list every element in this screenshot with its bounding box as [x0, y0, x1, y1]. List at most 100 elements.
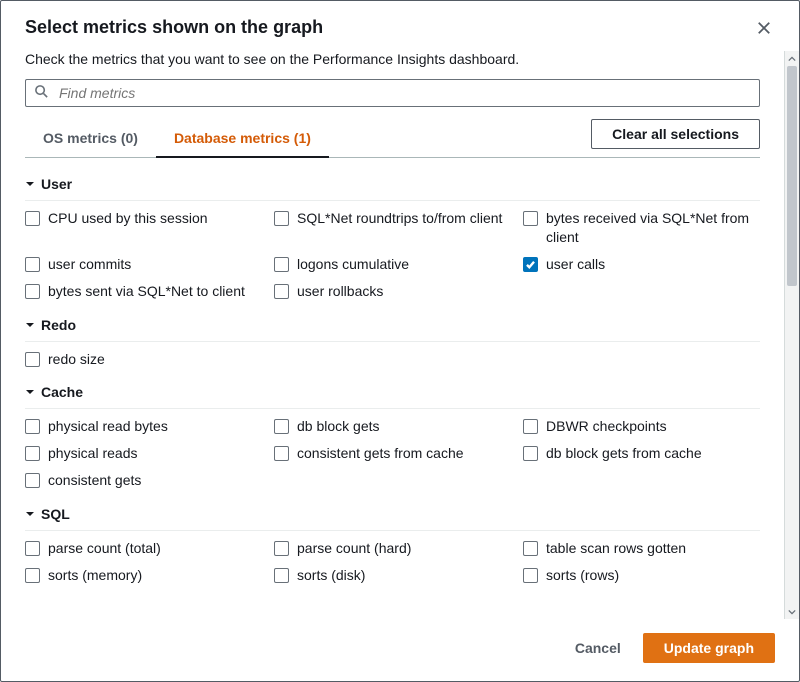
modal-title: Select metrics shown on the graph: [25, 17, 323, 38]
metric-label: user commits: [48, 255, 131, 274]
metric-checkbox[interactable]: physical reads: [25, 442, 262, 465]
caret-down-icon: [25, 384, 35, 400]
scroll-down-icon[interactable]: [785, 604, 799, 619]
checkbox-icon: [25, 568, 40, 583]
close-button[interactable]: [753, 17, 775, 39]
section-header[interactable]: User: [25, 162, 760, 201]
checkbox-icon: [274, 568, 289, 583]
caret-down-icon: [25, 317, 35, 333]
checkbox-icon: [523, 419, 538, 434]
cancel-button[interactable]: Cancel: [563, 634, 633, 662]
search-icon: [34, 84, 57, 102]
checkbox-icon: [523, 446, 538, 461]
metric-checkbox[interactable]: db block gets: [274, 415, 511, 438]
modal-header: Select metrics shown on the graph: [1, 1, 799, 51]
checkbox-icon: [25, 284, 40, 299]
section-header[interactable]: SQL: [25, 492, 760, 531]
metric-checkbox[interactable]: SQL*Net roundtrips to/from client: [274, 207, 511, 249]
checkbox-icon: [274, 541, 289, 556]
checkbox-icon: [274, 419, 289, 434]
metric-label: physical reads: [48, 444, 138, 463]
metric-checkbox[interactable]: sorts (memory): [25, 564, 262, 587]
metric-label: sorts (disk): [297, 566, 365, 585]
metric-checkbox[interactable]: table scan rows gotten: [523, 537, 760, 560]
checkbox-icon: [25, 473, 40, 488]
checkbox-icon: [25, 446, 40, 461]
section-header[interactable]: Cache: [25, 370, 760, 409]
checkbox-icon: [274, 257, 289, 272]
metric-checkbox[interactable]: user calls: [523, 253, 760, 276]
metric-checkbox[interactable]: consistent gets from cache: [274, 442, 511, 465]
metric-label: table scan rows gotten: [546, 539, 686, 558]
checkbox-icon: [523, 541, 538, 556]
metric-checkbox[interactable]: DBWR checkpoints: [523, 415, 760, 438]
metric-label: parse count (hard): [297, 539, 411, 558]
metric-checkbox[interactable]: user commits: [25, 253, 262, 276]
clear-all-button[interactable]: Clear all selections: [591, 119, 760, 149]
metric-checkbox[interactable]: bytes sent via SQL*Net to client: [25, 280, 262, 303]
metric-checkbox[interactable]: sorts (disk): [274, 564, 511, 587]
search-input-wrap[interactable]: [25, 79, 760, 107]
checkbox-icon: [523, 568, 538, 583]
modal-footer: Cancel Update graph: [1, 619, 799, 681]
metric-label: sorts (memory): [48, 566, 142, 585]
caret-down-icon: [25, 176, 35, 192]
checkbox-icon: [274, 446, 289, 461]
metric-label: CPU used by this session: [48, 209, 208, 228]
metric-label: parse count (total): [48, 539, 161, 558]
search-input[interactable]: [57, 84, 751, 102]
section-grid: redo size: [25, 348, 760, 371]
section-grid: CPU used by this session SQL*Net roundtri…: [25, 207, 760, 303]
section-grid: parse count (total) parse count (hard) tab…: [25, 537, 760, 587]
metric-label: consistent gets from cache: [297, 444, 464, 463]
checkbox-icon: [25, 352, 40, 367]
metric-checkbox[interactable]: redo size: [25, 348, 262, 371]
checkbox-icon: [25, 211, 40, 226]
section-header[interactable]: Redo: [25, 303, 760, 342]
modal-body: Check the metrics that you want to see o…: [1, 51, 784, 619]
metric-label: sorts (rows): [546, 566, 619, 585]
section-title: SQL: [41, 506, 70, 522]
update-graph-button[interactable]: Update graph: [643, 633, 775, 663]
section-title: Redo: [41, 317, 76, 333]
metric-label: redo size: [48, 350, 105, 369]
metric-label: db block gets from cache: [546, 444, 702, 463]
metric-label: SQL*Net roundtrips to/from client: [297, 209, 502, 228]
checkbox-icon: [274, 284, 289, 299]
metric-label: user calls: [546, 255, 605, 274]
scroll-up-icon[interactable]: [785, 51, 799, 66]
metric-checkbox[interactable]: CPU used by this session: [25, 207, 262, 249]
metrics-sections: User CPU used by this session SQL*Net roun…: [25, 162, 760, 587]
metric-checkbox[interactable]: user rollbacks: [274, 280, 511, 303]
checkbox-icon: [25, 419, 40, 434]
metric-checkbox[interactable]: consistent gets: [25, 469, 262, 492]
tabs-row: OS metrics (0) Database metrics (1) Clea…: [25, 119, 760, 158]
metric-checkbox[interactable]: db block gets from cache: [523, 442, 760, 465]
section-title: User: [41, 176, 72, 192]
caret-down-icon: [25, 506, 35, 522]
metric-checkbox[interactable]: logons cumulative: [274, 253, 511, 276]
metric-checkbox[interactable]: parse count (total): [25, 537, 262, 560]
checkbox-icon: [523, 211, 538, 226]
checkbox-checked-icon: [523, 257, 538, 272]
metric-label: physical read bytes: [48, 417, 168, 436]
tab-database-metrics[interactable]: Database metrics (1): [156, 120, 329, 158]
metric-checkbox[interactable]: bytes received via SQL*Net from client: [523, 207, 760, 249]
checkbox-icon: [25, 541, 40, 556]
metric-label: db block gets: [297, 417, 380, 436]
checkbox-icon: [274, 211, 289, 226]
metric-label: bytes received via SQL*Net from client: [546, 209, 760, 247]
metric-label: logons cumulative: [297, 255, 409, 274]
instruction-text: Check the metrics that you want to see o…: [25, 51, 760, 67]
metric-label: user rollbacks: [297, 282, 383, 301]
metric-checkbox[interactable]: physical read bytes: [25, 415, 262, 438]
close-icon: [757, 21, 771, 35]
scrollbar[interactable]: [784, 51, 799, 619]
metric-checkbox[interactable]: sorts (rows): [523, 564, 760, 587]
metric-label: consistent gets: [48, 471, 141, 490]
metric-label: DBWR checkpoints: [546, 417, 667, 436]
metric-checkbox[interactable]: parse count (hard): [274, 537, 511, 560]
scroll-thumb[interactable]: [787, 66, 797, 286]
metrics-modal: Select metrics shown on the graph Check …: [0, 0, 800, 682]
tab-os-metrics[interactable]: OS metrics (0): [25, 120, 156, 158]
